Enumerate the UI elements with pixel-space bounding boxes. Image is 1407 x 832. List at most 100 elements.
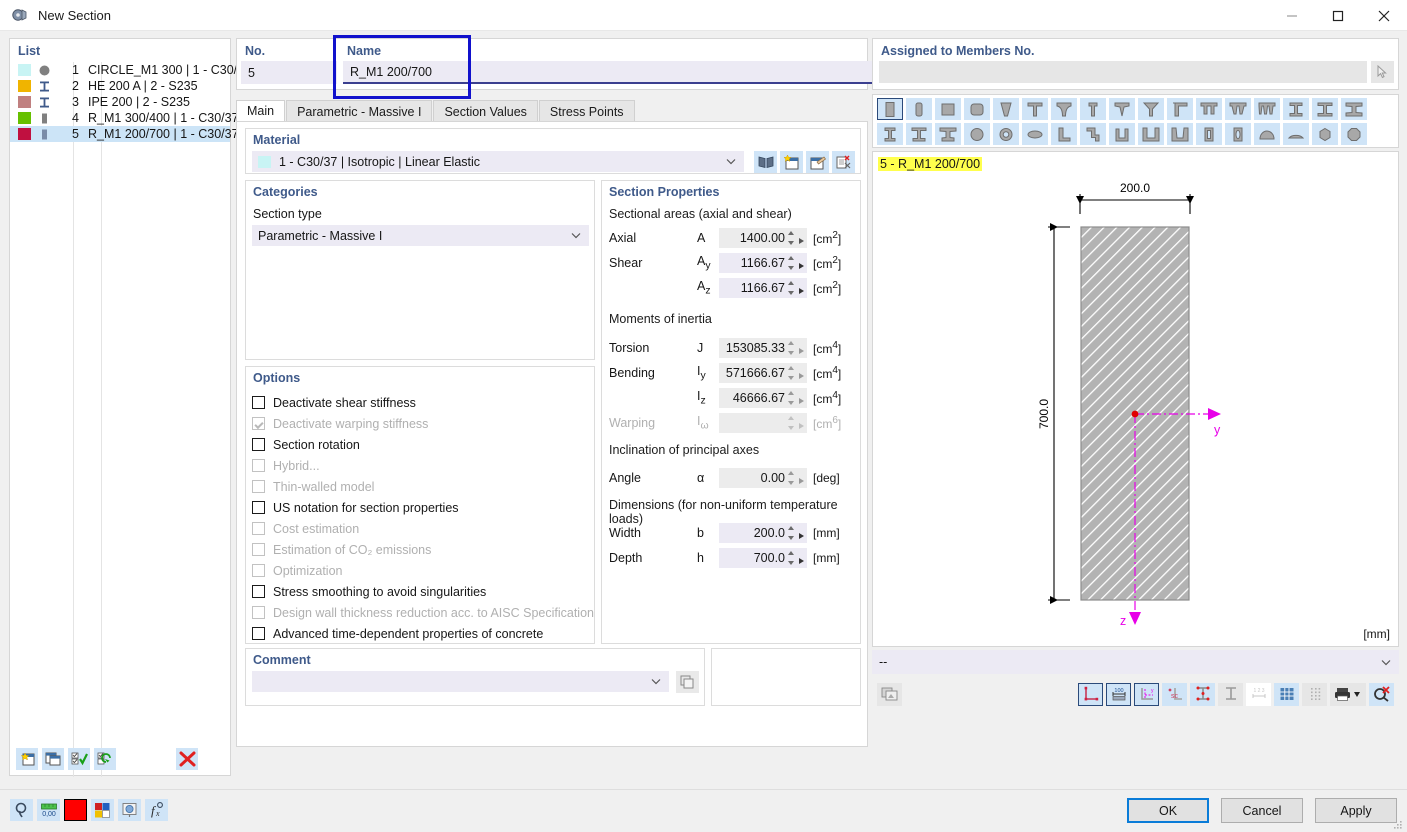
color-button[interactable]	[64, 799, 87, 821]
comment-combo[interactable]	[252, 671, 669, 692]
shape-rect-narrow-button[interactable]	[906, 98, 932, 120]
shape-octagon-button[interactable]	[1341, 123, 1367, 145]
view-button[interactable]	[118, 799, 141, 821]
expand-arrow-icon[interactable]	[798, 234, 805, 248]
expand-arrow-icon[interactable]	[798, 344, 805, 358]
bending-z-field[interactable]: 46666.67	[719, 388, 807, 408]
option-stress-smoothing[interactable]: Stress smoothing to avoid singularities	[252, 581, 594, 602]
spinner-arrows[interactable]	[787, 525, 795, 541]
checkbox[interactable]	[252, 438, 265, 451]
minimize-button[interactable]	[1269, 0, 1315, 31]
shape-rect-tall-button[interactable]	[877, 98, 903, 120]
shape-u-taper-button[interactable]	[1167, 123, 1193, 145]
spinner-arrows[interactable]	[787, 255, 795, 271]
option-advanced-time-dependent[interactable]: Advanced time-dependent properties of co…	[252, 623, 594, 644]
axial-area-field[interactable]: 1400.00	[719, 228, 807, 248]
shape-circle-button[interactable]	[964, 123, 990, 145]
shape-taper-down-button[interactable]	[993, 98, 1019, 120]
shape-square-button[interactable]	[935, 98, 961, 120]
angle-field[interactable]: 0.00	[719, 468, 807, 488]
select-all-button[interactable]	[68, 748, 90, 770]
expand-arrow-icon[interactable]	[798, 259, 805, 273]
option-us-notation[interactable]: US notation for section properties	[252, 497, 594, 518]
show-shear-center-button[interactable]: sc	[1162, 682, 1187, 706]
delete-material-button[interactable]	[832, 151, 855, 173]
shape-ring-button[interactable]	[993, 123, 1019, 145]
shape-inv-tee-button[interactable]	[1138, 98, 1164, 120]
shear-area-y-field[interactable]: 1166.67	[719, 253, 807, 273]
comment-copy-button[interactable]	[676, 671, 699, 693]
tab-section-values[interactable]: Section Values	[433, 100, 538, 122]
shape-i-beam-2-button[interactable]	[1312, 98, 1338, 120]
spinner-arrows[interactable]	[787, 280, 795, 296]
shape-u-channel-wide-button[interactable]	[1138, 123, 1164, 145]
expand-arrow-icon[interactable]	[798, 394, 805, 408]
shape-i-taper-button[interactable]	[935, 123, 961, 145]
shape-z-angle-button[interactable]	[1080, 123, 1106, 145]
shape-tee-narrow-button[interactable]	[1080, 98, 1106, 120]
shape-low-dome-button[interactable]	[1283, 123, 1309, 145]
shape-u-channel-button[interactable]	[1109, 123, 1135, 145]
expand-arrow-icon[interactable]	[798, 369, 805, 383]
show-grid-button[interactable]	[1274, 682, 1299, 706]
expand-arrow-icon[interactable]	[798, 474, 805, 488]
spinner-arrows[interactable]	[787, 390, 795, 406]
function-button[interactable]: f x	[145, 799, 168, 821]
ok-button[interactable]: OK	[1127, 798, 1209, 823]
shape-box-rect-button[interactable]	[1196, 123, 1222, 145]
show-dimensions-button[interactable]: 100	[1106, 682, 1131, 706]
assigned-members-field[interactable]	[879, 61, 1367, 83]
shape-tee-button[interactable]	[1022, 98, 1048, 120]
shape-i-flange-button[interactable]	[906, 123, 932, 145]
expand-arrow-icon[interactable]	[798, 554, 805, 568]
list-item[interactable]: 1 CIRCLE_M1 300 | 1 - C30/37	[10, 62, 251, 78]
shape-i-narrow-button[interactable]	[877, 123, 903, 145]
resize-grip[interactable]	[1393, 819, 1403, 829]
tab-stress-points[interactable]: Stress Points	[538, 100, 635, 122]
apply-button[interactable]: Apply	[1315, 798, 1397, 823]
show-parts-button[interactable]	[1218, 682, 1243, 706]
maximize-button[interactable]	[1315, 0, 1361, 31]
spinner-arrows[interactable]	[787, 550, 795, 566]
option-section-rotation[interactable]: Section rotation	[252, 434, 594, 455]
shape-hexagon-button[interactable]	[1312, 123, 1338, 145]
checkbox[interactable]	[252, 501, 265, 514]
shape-ellipse-button[interactable]	[1022, 123, 1048, 145]
list-item[interactable]: 3 IPE 200 | 2 - S235	[10, 94, 230, 110]
close-button[interactable]	[1361, 0, 1407, 31]
magnifier-button[interactable]	[10, 799, 33, 821]
shape-i-beam-button[interactable]	[1283, 98, 1309, 120]
shape-angle-tee-button[interactable]	[1167, 98, 1193, 120]
shape-l-angle-button[interactable]	[1051, 123, 1077, 145]
list-item-selected[interactable]: 5 R_M1 200/700 | 1 - C30/37	[10, 126, 239, 142]
shape-triple-taper-button[interactable]	[1254, 98, 1280, 120]
material-library-button[interactable]	[754, 151, 777, 173]
tab-parametric-massive-i[interactable]: Parametric - Massive I	[286, 100, 433, 122]
show-dots-button[interactable]	[1302, 682, 1327, 706]
view-preset-combo[interactable]: --	[872, 650, 1399, 674]
tab-main[interactable]: Main	[236, 100, 286, 122]
units-button[interactable]: 0,00	[37, 799, 60, 821]
no-field[interactable]: 5	[241, 61, 337, 84]
show-stress-points-button[interactable]	[1190, 682, 1215, 706]
option-deactivate-shear-stiffness[interactable]: Deactivate shear stiffness	[252, 392, 594, 413]
delete-section-button[interactable]	[176, 748, 198, 770]
shear-area-z-field[interactable]: 1166.67	[719, 278, 807, 298]
depth-field[interactable]: 700.0	[719, 548, 807, 568]
shape-tee-round-button[interactable]	[1051, 98, 1077, 120]
new-material-button[interactable]	[780, 151, 803, 173]
spinner-arrows[interactable]	[787, 365, 795, 381]
print-button[interactable]	[1330, 682, 1366, 706]
torsion-field[interactable]: 153085.33	[719, 338, 807, 358]
invert-selection-button[interactable]	[94, 748, 116, 770]
new-section-button[interactable]	[16, 748, 38, 770]
spinner-arrows[interactable]	[787, 470, 795, 486]
section-type-combo[interactable]: Parametric - Massive I	[252, 225, 589, 246]
shape-inv-taper-button[interactable]	[1109, 98, 1135, 120]
width-field[interactable]: 200.0	[719, 523, 807, 543]
snapshot-button[interactable]	[877, 682, 902, 706]
shape-half-dome-button[interactable]	[1254, 123, 1280, 145]
shape-double-taper-button[interactable]	[1225, 98, 1251, 120]
show-outline-button[interactable]	[1078, 682, 1103, 706]
shape-box-oval-button[interactable]	[1225, 123, 1251, 145]
